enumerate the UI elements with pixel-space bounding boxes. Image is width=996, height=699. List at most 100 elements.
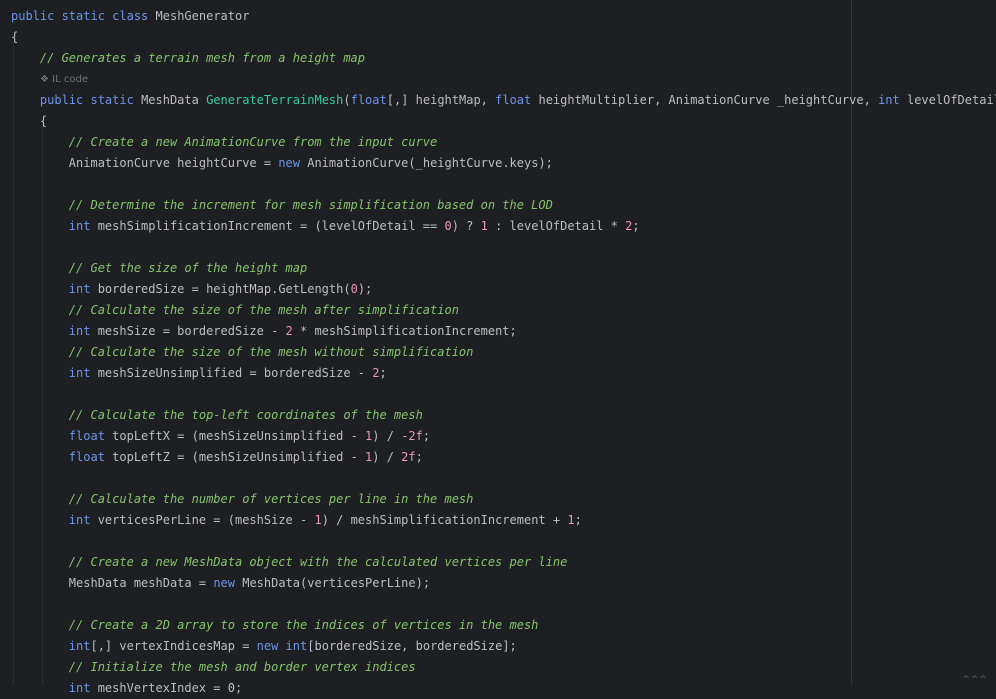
code-line[interactable]: AnimationCurve heightCurve = new Animati…: [11, 153, 553, 174]
code-token: (: [343, 93, 351, 107]
code-line[interactable]: int borderedSize = heightMap.GetLength(0…: [11, 279, 372, 300]
code-token: vertexIndicesMap =: [119, 639, 257, 653]
code-token: 0: [444, 219, 452, 233]
code-token: verticesPerLine = (meshSize -: [97, 513, 315, 527]
code-token: // Generates a terrain mesh from a heigh…: [11, 51, 366, 65]
code-token: // Calculate the top-left coordinates of…: [11, 408, 423, 422]
code-token: _heightCurve.keys);: [415, 156, 553, 170]
code-line[interactable]: {: [11, 111, 47, 132]
code-token: ) /: [372, 450, 402, 464]
code-token: int: [878, 93, 907, 107]
code-token: [,]: [90, 639, 120, 653]
code-line[interactable]: // Calculate the size of the mesh withou…: [11, 342, 474, 363]
code-line[interactable]: int meshVertexIndex = 0;: [11, 678, 242, 699]
code-token: int: [68, 681, 98, 695]
code-token: : levelOfDetail *: [487, 219, 626, 233]
code-token: public: [39, 93, 91, 107]
code-token: float: [68, 450, 113, 464]
il-code-icon: ❖: [40, 74, 53, 85]
code-token: // Determine the increment for mesh simp…: [11, 198, 553, 212]
code-token: int: [68, 513, 98, 527]
code-token: static: [90, 93, 142, 107]
inspection-widget-icon[interactable]: ^^^: [962, 675, 988, 685]
code-line[interactable]: // Generates a terrain mesh from a heigh…: [11, 48, 365, 69]
code-token: ) / meshSimplificationIncrement +: [321, 513, 568, 527]
code-line[interactable]: int meshSizeUnsimplified = borderedSize …: [11, 363, 387, 384]
code-token: ) ?: [451, 219, 481, 233]
code-token: {: [11, 114, 48, 128]
code-token: float: [350, 93, 387, 107]
code-token: new: [256, 639, 286, 653]
code-token: 2: [285, 324, 293, 338]
code-line[interactable]: // Create a 2D array to store the indice…: [11, 615, 539, 636]
code-token: float: [68, 429, 113, 443]
code-token: ;: [379, 366, 387, 380]
code-line[interactable]: // Calculate the number of vertices per …: [11, 489, 474, 510]
inline-hint-il-code[interactable]: ❖ IL code: [40, 69, 88, 90]
code-token: public: [11, 9, 62, 23]
code-token: // Calculate the number of vertices per …: [11, 492, 474, 506]
code-line[interactable]: // Create a new MeshData object with the…: [11, 552, 568, 573]
code-token: // Initialize the mesh and border vertex…: [11, 660, 416, 674]
code-token: 2f: [401, 450, 416, 464]
code-line[interactable]: // Create a new AnimationCurve from the …: [11, 132, 437, 153]
code-token: {: [11, 30, 19, 44]
code-token: MeshData: [141, 93, 207, 107]
code-token: heightMultiplier,: [538, 93, 669, 107]
code-line[interactable]: // Determine the increment for mesh simp…: [11, 195, 553, 216]
code-token: ;: [574, 513, 582, 527]
code-line[interactable]: public static class MeshGenerator: [11, 6, 249, 27]
code-token: float: [495, 93, 539, 107]
code-line[interactable]: float topLeftX = (meshSizeUnsimplified -…: [11, 426, 430, 447]
code-token: (: [408, 156, 416, 170]
code-line[interactable]: {: [11, 27, 18, 48]
code-token: int: [68, 366, 98, 380]
code-line[interactable]: // Initialize the mesh and border vertex…: [11, 657, 416, 678]
code-token: meshVertexIndex = 0;: [97, 681, 243, 695]
code-token: int: [68, 639, 91, 653]
code-token: int: [68, 324, 98, 338]
code-token: borderedSize = heightMap.GetLength(: [97, 282, 351, 296]
code-token: (verticesPerLine);: [300, 576, 431, 590]
code-token: // Create a new AnimationCurve from the …: [11, 135, 438, 149]
code-token: heightMap,: [415, 93, 496, 107]
code-token: class: [112, 9, 156, 23]
code-line[interactable]: int verticesPerLine = (meshSize - 1) / m…: [11, 510, 582, 531]
code-token: 1: [567, 513, 575, 527]
code-line[interactable]: public static MeshData GenerateTerrainMe…: [11, 90, 996, 111]
code-line[interactable]: int meshSize = borderedSize - 2 * meshSi…: [11, 321, 517, 342]
code-line[interactable]: // Calculate the top-left coordinates of…: [11, 405, 423, 426]
code-token: _heightCurve,: [776, 93, 879, 107]
code-token: heightCurve =: [177, 156, 279, 170]
code-token: MeshGenerator: [155, 9, 250, 23]
code-token: meshSimplificationIncrement = (levelOfDe…: [97, 219, 445, 233]
code-token: // Create a new MeshData object with the…: [11, 555, 568, 569]
code-token: topLeftZ = (meshSizeUnsimplified -: [112, 450, 366, 464]
code-line[interactable]: // Calculate the size of the mesh after …: [11, 300, 459, 321]
code-line[interactable]: int[,] vertexIndicesMap = new int[border…: [11, 636, 517, 657]
code-line[interactable]: // Get the size of the height map: [11, 258, 307, 279]
code-line[interactable]: MeshData meshData = new MeshData(vertice…: [11, 573, 430, 594]
code-token: );: [357, 282, 373, 296]
code-token: [,]: [386, 93, 416, 107]
code-token: ) /: [372, 429, 402, 443]
code-token: int: [68, 282, 98, 296]
code-token: 0: [350, 282, 358, 296]
code-token: meshData =: [133, 576, 214, 590]
code-token: new: [213, 576, 243, 590]
code-token: // Calculate the size of the mesh after …: [11, 303, 459, 317]
code-token: // Create a 2D array to store the indice…: [11, 618, 539, 632]
code-line[interactable]: int meshSimplificationIncrement = (level…: [11, 216, 640, 237]
code-line[interactable]: float topLeftZ = (meshSizeUnsimplified -…: [11, 447, 423, 468]
code-token: // Calculate the size of the mesh withou…: [11, 345, 474, 359]
code-token: 1: [480, 219, 488, 233]
code-editor[interactable]: public static class MeshGenerator { // Ge…: [0, 0, 996, 695]
inline-hint-label: IL code: [52, 74, 88, 85]
